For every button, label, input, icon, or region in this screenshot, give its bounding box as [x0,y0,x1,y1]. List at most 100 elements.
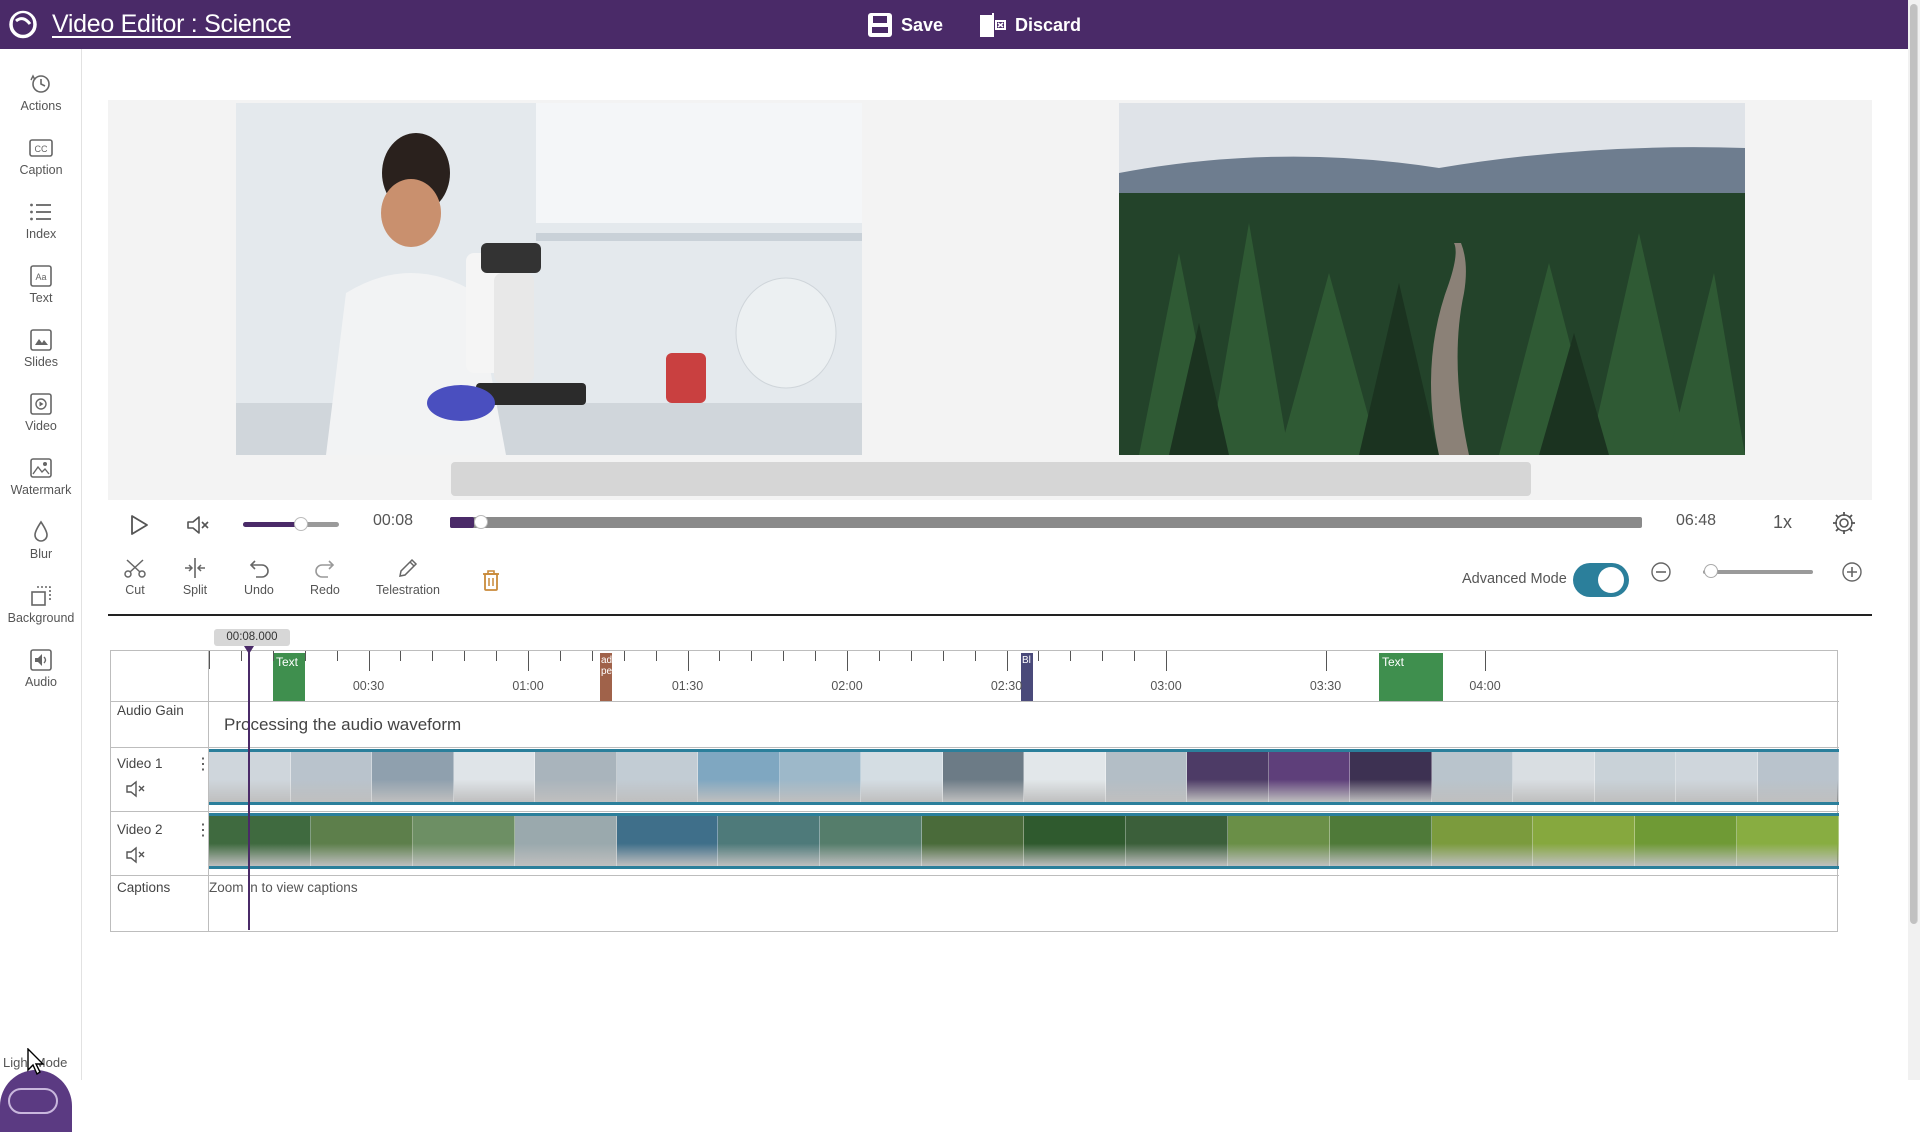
ruler-tick-label: 01:00 [512,679,544,693]
track-thumbnail [698,752,780,802]
light-mode-toggle-track [8,1088,58,1114]
video-preview-2[interactable] [1119,103,1745,455]
ruler-tick-label: 00:30 [352,679,385,693]
track-thumbnail [922,816,1024,866]
sidebar-item-actions[interactable]: Actions [0,69,82,129]
delete-button[interactable] [478,567,504,593]
sidebar-item-label: Caption [19,163,63,177]
video2-track[interactable] [209,813,1839,869]
timeline-ruler[interactable]: Text ad pe Bl Text 00:30 01:00 01:30 02:00 0… [209,651,1839,701]
audio-processing-text: Processing the audio waveform [224,715,462,734]
sidebar-item-video[interactable]: Video [0,389,82,449]
ruler-tick-label: 02:00 [831,679,863,693]
zoom-out-icon[interactable] [1650,561,1672,583]
preview-horizontal-scrollbar[interactable] [451,462,1531,496]
ruler-tick [655,651,657,661]
track-thumbnail [535,752,617,802]
gear-icon[interactable] [1831,510,1857,536]
advanced-mode-toggle[interactable] [1573,563,1629,597]
toolbar-divider [108,614,1872,616]
ruler-tick [464,651,466,661]
telestration-button[interactable]: Telestration [376,555,440,597]
split-button[interactable]: Split [182,555,208,597]
playback-speed[interactable]: 1x [1773,512,1792,533]
track-thumbnail [779,752,861,802]
undo-label: Undo [244,583,274,597]
timeline-zoom-slider[interactable] [1703,570,1813,574]
playhead[interactable] [248,646,250,930]
cut-button[interactable]: Cut [122,555,148,597]
timeline-marker-text[interactable]: Text [273,653,305,701]
ruler-tick [942,651,944,661]
page-scrollbar-thumb[interactable] [1910,4,1918,924]
track-thumbnail [1757,752,1839,802]
play-icon[interactable] [128,513,150,537]
sidebar-item-label: Actions [20,99,62,113]
timeline-marker-audio[interactable]: ad pe [600,653,612,701]
video1-track[interactable] [209,749,1839,805]
seek-bar[interactable] [450,515,1642,529]
sidebar-item-text[interactable]: Aa Text [0,261,82,321]
volume-slider-fill [243,522,301,527]
svg-text:Aa: Aa [35,272,46,282]
video1-mute-icon[interactable] [125,779,149,799]
sidebar-item-slides[interactable]: Slides [0,325,82,385]
sidebar-item-label: Video [25,419,57,433]
track-thumbnail [616,816,719,866]
track-thumbnail [1268,752,1350,802]
ruler-tick [910,651,912,661]
track-thumbnail [1513,752,1595,802]
ruler-tick-label: 01:30 [671,679,704,693]
video-icon [30,393,52,415]
sidebar-item-caption[interactable]: CC Caption [0,133,82,193]
track-thumbnail [310,816,413,866]
video-preview-1[interactable] [236,103,862,455]
track-thumbnail [616,752,698,802]
track-thumbnail [453,752,535,802]
zoom-in-icon[interactable] [1841,561,1863,583]
mouse-cursor-icon [27,1048,45,1076]
track-thumbnail [412,816,515,866]
total-time: 06:48 [1676,512,1717,529]
ruler-major-tick [847,651,848,671]
ruler-major-tick [1325,651,1327,671]
volume-slider[interactable] [243,517,339,531]
page-scrollbar[interactable] [1908,0,1920,1080]
forest-road-image [1119,103,1745,455]
video2-mute-icon[interactable] [125,845,149,865]
timeline-marker-text[interactable]: Text [1379,653,1443,701]
image-icon [30,458,52,478]
mute-icon[interactable] [185,513,211,537]
sidebar-item-label: Index [25,227,57,241]
sidebar-item-audio[interactable]: Audio [0,645,82,705]
discard-button[interactable]: Discard [979,10,1081,40]
sidebar-item-watermark[interactable]: Watermark [0,453,82,513]
timeline-marker-blur[interactable]: Bl [1021,653,1033,701]
player-controls: 00:08 06:48 1x [108,500,1872,550]
ruler-tick [783,651,785,661]
list-icon [30,203,51,221]
sidebar-item-index[interactable]: Index [0,197,82,257]
ruler-major-tick [1166,651,1167,671]
track-thumbnail [1125,816,1228,866]
track-thumbnail [290,752,372,802]
track-thumbnail [1737,816,1839,866]
volume-slider-handle[interactable] [293,517,308,531]
undo-button[interactable]: Undo [244,555,274,597]
app-title[interactable]: Video Editor : Science [52,10,291,39]
track-thumbnail [1594,752,1676,802]
save-button[interactable]: Save [867,10,943,40]
track-thumbnail [1431,816,1534,866]
current-time: 00:08 [373,512,414,529]
track-thumbnail [1329,816,1432,866]
sidebar-item-blur[interactable]: Blur [0,517,82,577]
ruler-major-tick [1006,651,1008,671]
light-mode-toggle[interactable] [0,1070,72,1132]
timeline: Audio Gain Video 1 ⋮ Video 2 ⋮ Captions … [110,650,1839,932]
ruler-tick-label: 04:00 [1469,679,1501,693]
seek-bar-handle[interactable] [473,515,488,529]
redo-button[interactable]: Redo [310,555,340,597]
sidebar-item-background[interactable]: Background [0,581,82,641]
timeline-zoom-handle[interactable] [1704,564,1718,578]
cc-icon: CC [29,139,53,157]
